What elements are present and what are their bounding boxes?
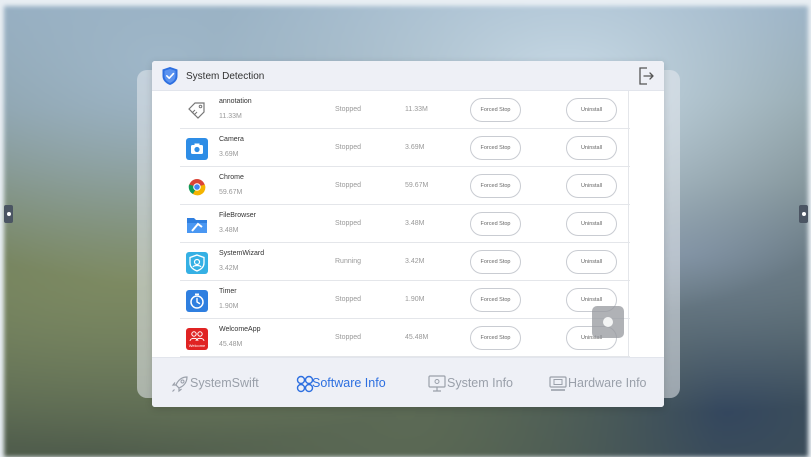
- forced-stop-button[interactable]: Forced Stop: [470, 174, 521, 198]
- app-list[interactable]: annotation 11.33M Stopped 11.33M Forced …: [180, 91, 630, 387]
- forced-stop-button[interactable]: Forced Stop: [470, 326, 521, 350]
- list-item: annotation 11.33M Stopped 11.33M Forced …: [180, 91, 630, 129]
- app-size-sub: 3.69M: [219, 151, 239, 158]
- app-size: 59.67M: [405, 182, 429, 189]
- app-size: 1.90M: [405, 296, 425, 303]
- app-status: Stopped: [335, 220, 362, 227]
- app-name: Camera: [219, 136, 244, 143]
- list-item: Camera 3.69M Stopped 3.69M Forced Stop U…: [180, 129, 630, 167]
- forced-stop-button[interactable]: Forced Stop: [470, 250, 521, 274]
- app-size-sub: 1.90M: [219, 303, 239, 310]
- system-detection-window: System Detection annotation 11.33M Stopp…: [152, 61, 664, 407]
- forced-stop-button[interactable]: Forced Stop: [470, 288, 521, 312]
- list-item: FileBrowser 3.48M Stopped 3.48M Forced S…: [180, 205, 630, 243]
- forced-stop-button[interactable]: Forced Stop: [470, 98, 521, 122]
- uninstall-button[interactable]: Uninstall: [566, 98, 617, 122]
- chrome-icon: [186, 176, 208, 198]
- tab-system-info[interactable]: System Info: [427, 374, 527, 394]
- forced-stop-button[interactable]: Forced Stop: [470, 136, 521, 160]
- app-size-sub: 3.48M: [219, 227, 239, 234]
- app-name: annotation: [219, 98, 252, 105]
- tab-systemswift[interactable]: SystemSwift: [170, 374, 270, 394]
- app-size-sub: 45.48M: [219, 341, 243, 348]
- bottom-tab-bar: SystemSwift Software Info System Info Ha…: [152, 357, 664, 407]
- tab-label: Software Info: [312, 376, 386, 390]
- list-item: Timer 1.90M Stopped 1.90M Forced Stop Un…: [180, 281, 630, 319]
- forced-stop-button[interactable]: Forced Stop: [470, 212, 521, 236]
- list-item: SystemWizard 3.42M Running 3.42M Forced …: [180, 243, 630, 281]
- app-status: Running: [335, 258, 362, 265]
- app-size: 3.42M: [405, 258, 425, 265]
- list-item: Chrome 59.67M Stopped 59.67M Forced Stop…: [180, 167, 630, 205]
- monitor-icon: [428, 375, 446, 392]
- tab-label: SystemSwift: [190, 376, 259, 390]
- welcome-icon-text: Welcome: [188, 343, 206, 348]
- uninstall-button[interactable]: Uninstall: [566, 250, 617, 274]
- uninstall-button[interactable]: Uninstall: [566, 136, 617, 160]
- list-item: Welcome WelcomeApp 45.48M Stopped 45.48M…: [180, 319, 630, 357]
- app-status: Stopped: [335, 144, 362, 151]
- window-title: System Detection: [186, 71, 265, 82]
- app-size: 3.48M: [405, 220, 425, 227]
- app-name: Chrome: [219, 174, 244, 181]
- app-size-sub: 3.42M: [219, 265, 239, 272]
- exit-icon[interactable]: [638, 67, 654, 85]
- welcome-app-icon: Welcome: [186, 328, 208, 350]
- app-status: Stopped: [335, 182, 362, 189]
- uninstall-button[interactable]: Uninstall: [566, 212, 617, 236]
- window-header: System Detection: [152, 61, 664, 91]
- hardware-icon: [549, 376, 567, 391]
- system-wizard-icon: [186, 252, 208, 274]
- tag-icon: [186, 100, 208, 122]
- app-status: Stopped: [335, 296, 362, 303]
- app-name: Timer: [219, 288, 237, 295]
- app-size: 45.48M: [405, 334, 429, 341]
- app-size: 11.33M: [405, 106, 428, 113]
- app-status: Stopped: [335, 334, 362, 341]
- shield-check-icon: [162, 67, 178, 85]
- file-browser-icon: [186, 214, 208, 236]
- floating-assistive-button[interactable]: [592, 306, 624, 338]
- app-status: Stopped: [335, 106, 362, 113]
- app-size-sub: 11.33M: [219, 113, 242, 120]
- timer-icon: [186, 290, 208, 312]
- uninstall-button[interactable]: Uninstall: [566, 174, 617, 198]
- tab-label: Hardware Info: [568, 376, 647, 390]
- rocket-icon: [171, 376, 188, 393]
- app-name: FileBrowser: [219, 212, 256, 219]
- camera-icon: [186, 138, 208, 160]
- left-side-handle[interactable]: [4, 205, 13, 223]
- tab-software-info[interactable]: Software Info: [295, 374, 395, 394]
- app-name: WelcomeApp: [219, 326, 261, 333]
- right-side-handle[interactable]: [799, 205, 808, 223]
- app-name: SystemWizard: [219, 250, 265, 257]
- tab-hardware-info[interactable]: Hardware Info: [548, 374, 654, 394]
- app-size-sub: 59.67M: [219, 189, 243, 196]
- tab-label: System Info: [447, 376, 513, 390]
- list-divider: [628, 91, 629, 387]
- app-size: 3.69M: [405, 144, 425, 151]
